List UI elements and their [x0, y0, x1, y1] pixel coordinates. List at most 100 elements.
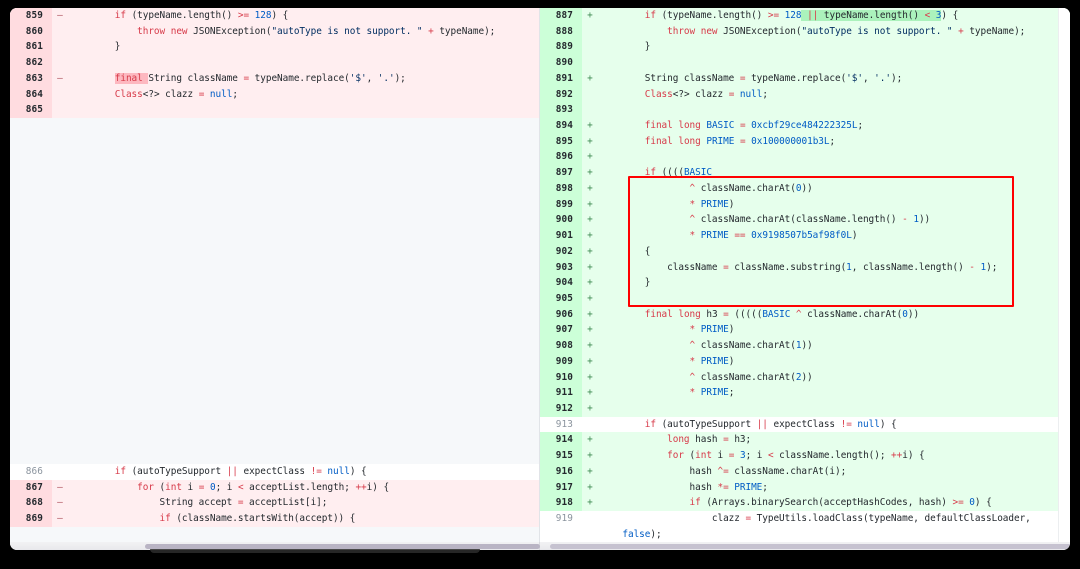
- code-text: * PRIME;: [689, 387, 735, 399]
- diff-line-row[interactable]: 891 + String className = typeName.replace…: [540, 70, 1070, 87]
- diff-card: 859– if (typeName.length() >= 128) {860 …: [10, 8, 1070, 550]
- code-text: long hash = h3;: [667, 434, 752, 446]
- diff-line-row[interactable]: 864 Class<?> clazz = null;: [10, 86, 539, 103]
- diff-line-row[interactable]: 918 + if (Arrays.binarySearch(acceptHashC…: [540, 495, 1070, 511]
- diff-line-row[interactable]: 907 + * PRIME): [540, 322, 1070, 339]
- line-number: 915: [540, 448, 582, 464]
- diff-line-row[interactable]: 902 + {: [540, 243, 1070, 260]
- code-text: final long BASIC = 0xcbf29ce484222325L;: [644, 120, 864, 132]
- code-text: false);: [622, 528, 662, 540]
- line-number: 893: [540, 102, 582, 119]
- diff-line-row[interactable]: 887 + if (typeName.length() >= 128 || typ…: [540, 8, 1070, 24]
- card-drop-shadow: [150, 549, 480, 553]
- diff-line-row[interactable]: 865: [10, 102, 539, 119]
- line-number: 900: [540, 212, 582, 229]
- diff-line-row[interactable]: false);: [540, 526, 1070, 542]
- diff-line-row[interactable]: 898 + ^ className.charAt(0)): [540, 180, 1070, 197]
- line-number: 863: [10, 70, 52, 87]
- diff-line-row[interactable]: 863– final String className = typeName.r…: [10, 70, 539, 87]
- diff-line-row[interactable]: 915 + for (int i = 3; i < className.lengt…: [540, 448, 1070, 464]
- diff-line-row[interactable]: 906 + final long h3 = (((((BASIC ^ classN…: [540, 306, 1070, 323]
- code-text: final long PRIME = 0x100000001b3L;: [644, 135, 836, 147]
- diff-line-row[interactable]: 861 }: [10, 39, 539, 56]
- diff-line-row[interactable]: 890: [540, 55, 1070, 71]
- code-text: * PRIME): [689, 198, 735, 210]
- addition-marker: +: [587, 135, 593, 147]
- diff-line-row[interactable]: 919 clazz = TypeUtils.loadClass(typeName…: [540, 511, 1070, 527]
- diff-line-row[interactable]: 860 throw new JSONException("autoType is…: [10, 23, 539, 40]
- diff-line-row[interactable]: 896 +: [540, 149, 1070, 166]
- diff-line-row[interactable]: 862: [10, 55, 539, 71]
- diff-line-row[interactable]: 911 + * PRIME;: [540, 385, 1070, 401]
- addition-marker: +: [587, 261, 593, 273]
- diff-line-row[interactable]: 888 throw new JSONException("autoType is…: [540, 23, 1070, 40]
- diff-line-row[interactable]: 912 +: [540, 400, 1070, 417]
- diff-line-row[interactable]: 909 + * PRIME): [540, 353, 1070, 370]
- line-number: 862: [10, 55, 52, 71]
- diff-line-row[interactable]: 889 }: [540, 39, 1070, 56]
- diff-line-row[interactable]: 908 + ^ className.charAt(1)): [540, 338, 1070, 354]
- code-text: if ((((BASIC: [644, 167, 712, 179]
- line-number: 904: [540, 275, 582, 291]
- addition-marker: +: [587, 72, 593, 84]
- line-number: 860: [10, 23, 52, 40]
- diff-line-row[interactable]: 897 + if ((((BASIC: [540, 165, 1070, 181]
- diff-line-row[interactable]: 913 if (autoTypeSupport || expectClass !…: [540, 416, 1070, 433]
- diff-line-row[interactable]: 901 + * PRIME == 0x9198507b5af98f0L): [540, 228, 1070, 244]
- line-number: 910: [540, 369, 582, 386]
- code-text: ^ className.charAt(1)): [689, 340, 813, 352]
- code-text: {: [600, 245, 651, 257]
- diff-line-row[interactable]: 905 +: [540, 290, 1070, 307]
- line-number: 891: [540, 70, 582, 87]
- line-number: 911: [540, 385, 582, 401]
- diff-line-row[interactable]: 903 + className = className.substring(1, …: [540, 259, 1070, 276]
- line-number: 914: [540, 432, 582, 449]
- line-number: 908: [540, 338, 582, 354]
- diff-line-row[interactable]: 914 + long hash = h3;: [540, 432, 1070, 449]
- deletion-marker: –: [57, 10, 63, 21]
- line-number: 907: [540, 322, 582, 339]
- line-number: 889: [540, 39, 582, 56]
- horizontal-scrollbar-thumb-right[interactable]: [550, 543, 1070, 549]
- diff-line-row[interactable]: 868– String accept = acceptList[i];: [10, 495, 539, 512]
- diff-line-row[interactable]: 916 + hash ^= className.charAt(i);: [540, 463, 1070, 480]
- diff-line-row[interactable]: 869– if (className.startsWith(accept)) {: [10, 511, 539, 527]
- vertical-scrollbar[interactable]: [1058, 8, 1070, 542]
- horizontal-scrollbar-thumb-left[interactable]: [145, 543, 540, 549]
- line-number: 859: [10, 8, 52, 24]
- diff-line-row[interactable]: 892 Class<?> clazz = null;: [540, 86, 1070, 103]
- diff-line-row[interactable]: 893: [540, 102, 1070, 119]
- line-number: 903: [540, 259, 582, 276]
- diff-line-row[interactable]: 859– if (typeName.length() >= 128) {: [10, 8, 539, 24]
- diff-line-row[interactable]: 899 + * PRIME): [540, 196, 1070, 213]
- line-number: 894: [540, 118, 582, 134]
- diff-line-row[interactable]: 895 + final long PRIME = 0x100000001b3L;: [540, 133, 1070, 150]
- code-text: if (className.startsWith(accept)) {: [159, 513, 356, 525]
- diff-line-row[interactable]: 910 + ^ className.charAt(2)): [540, 369, 1070, 386]
- addition-marker: +: [587, 497, 593, 509]
- line-number: 898: [540, 180, 582, 197]
- diff-pane-before[interactable]: 859– if (typeName.length() >= 128) {860 …: [10, 8, 539, 542]
- diff-line-row[interactable]: 900 + ^ className.charAt(className.length…: [540, 212, 1070, 229]
- line-number: 896: [540, 149, 582, 166]
- diff-line-row[interactable]: 904 + }: [540, 275, 1070, 291]
- diff-line-row[interactable]: 917 + hash *= PRIME;: [540, 479, 1070, 496]
- addition-marker: +: [587, 277, 593, 289]
- line-number: 866: [10, 463, 52, 480]
- addition-marker: +: [587, 387, 593, 399]
- deletion-marker: –: [57, 481, 63, 493]
- diff-line-row[interactable]: 894 + final long BASIC = 0xcbf29ce4842223…: [540, 118, 1070, 134]
- diff-pane-after[interactable]: 887 + if (typeName.length() >= 128 || typ…: [539, 8, 1070, 542]
- line-number: 901: [540, 228, 582, 244]
- line-number: 912: [540, 400, 582, 417]
- line-number: 916: [540, 463, 582, 480]
- addition-marker: +: [587, 245, 593, 257]
- deletion-marker: –: [57, 497, 63, 509]
- diff-line-row[interactable]: 866 if (autoTypeSupport || expectClass !…: [10, 463, 539, 480]
- diff-filler-region: [10, 526, 539, 542]
- addition-marker: +: [587, 324, 593, 336]
- addition-marker: +: [587, 230, 593, 242]
- code-text: * PRIME == 0x9198507b5af98f0L): [689, 230, 858, 242]
- diff-line-row[interactable]: 867– for (int i = 0; i < acceptList.leng…: [10, 479, 539, 496]
- addition-marker: +: [587, 151, 593, 163]
